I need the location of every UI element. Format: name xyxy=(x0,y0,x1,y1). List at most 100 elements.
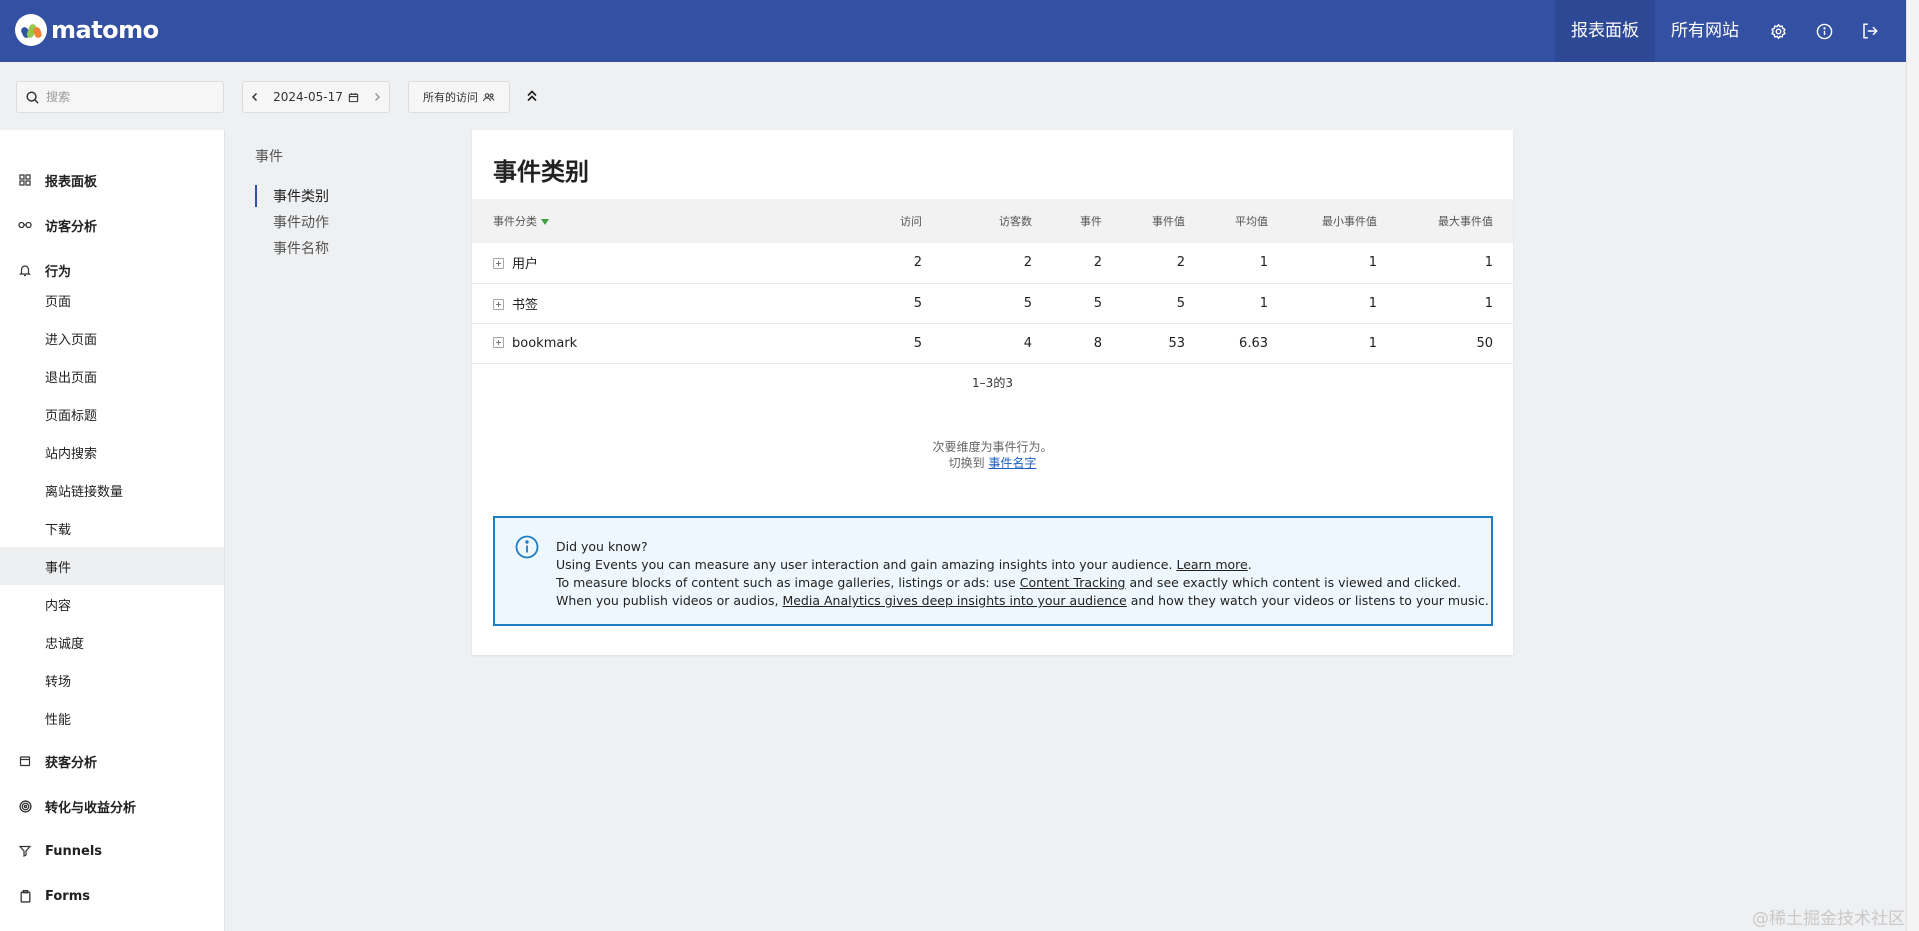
column-header-events[interactable]: 事件 xyxy=(1052,199,1122,243)
sidebar-item-site-search[interactable]: 站内搜索 xyxy=(0,433,224,471)
sidebar-section-label: 访客分析 xyxy=(45,219,98,235)
row-label-cell[interactable]: bookmark xyxy=(472,323,847,364)
content-tracking-link[interactable]: Content Tracking xyxy=(1020,575,1126,590)
sidebar-item-events[interactable]: 事件 xyxy=(0,547,224,585)
related-report-link[interactable]: 事件名字 xyxy=(988,456,1036,470)
media-analytics-link[interactable]: Media Analytics gives deep insights into… xyxy=(782,593,1126,608)
report-card: 事件类别 事件分类 访问 访客数 事件 事件值 平均值 最小事件值 最大事件值 … xyxy=(472,130,1513,655)
expand-plus-icon[interactable] xyxy=(493,258,504,270)
sidebar-item-entry-pages[interactable]: 进入页面 xyxy=(0,319,224,357)
sidebar-section-forms[interactable]: Forms xyxy=(0,884,224,908)
column-header-visitors[interactable]: 访客数 xyxy=(942,199,1052,243)
cell-visitors: 2 xyxy=(942,243,1052,284)
cell-min-value: 1 xyxy=(1288,243,1397,284)
column-header-visits[interactable]: 访问 xyxy=(847,199,942,243)
row-label-cell[interactable]: 用户 xyxy=(472,243,847,284)
dashboard-grid-icon xyxy=(18,173,32,187)
info-line1-text: Using Events you can measure any user in… xyxy=(556,557,1173,572)
subnav-item-event-categories[interactable]: 事件类别 xyxy=(255,184,329,210)
nav-dashboard[interactable]: 报表面板 xyxy=(1555,0,1655,62)
subnav-item-event-actions[interactable]: 事件动作 xyxy=(255,210,329,236)
sidebar-section-label: Forms xyxy=(45,888,90,904)
column-header-avg-value[interactable]: 平均值 xyxy=(1205,199,1288,243)
funnel-icon xyxy=(18,844,32,858)
sidebar-item-downloads[interactable]: 下载 xyxy=(0,509,224,547)
sidebar-section-goals[interactable]: 转化与收益分析 xyxy=(0,794,224,818)
column-header-min-value[interactable]: 最小事件值 xyxy=(1288,199,1397,243)
sidebar-item-performance[interactable]: 性能 xyxy=(0,699,224,737)
matomo-logo[interactable]: matomo xyxy=(15,14,159,46)
acquisition-icon xyxy=(18,754,32,768)
sidebar-section-label: 获客分析 xyxy=(45,755,98,771)
learn-more-link[interactable]: Learn more xyxy=(1176,557,1247,572)
info-icon xyxy=(515,535,539,559)
double-chevron-up-icon xyxy=(527,90,537,102)
sidebar-section-label: 转化与收益分析 xyxy=(45,800,137,816)
sidebar-item-pages[interactable]: 页面 xyxy=(0,281,224,319)
sort-desc-icon xyxy=(541,219,549,225)
column-header-max-value[interactable]: 最大事件值 xyxy=(1397,199,1513,243)
sidebar-item-engagement[interactable]: 忠诚度 xyxy=(0,623,224,661)
cell-event-value: 2 xyxy=(1122,243,1205,284)
top-nav: 报表面板 所有网站 xyxy=(1555,0,1906,62)
column-header-event-value[interactable]: 事件值 xyxy=(1122,199,1205,243)
search-icon xyxy=(26,90,39,104)
sidebar-item-exit-pages[interactable]: 退出页面 xyxy=(0,357,224,395)
calendar-icon[interactable] xyxy=(348,92,359,103)
sidebar-section-acquisition[interactable]: 获客分析 xyxy=(0,749,224,773)
sidebar-item-transitions[interactable]: 转场 xyxy=(0,661,224,699)
expand-plus-icon[interactable] xyxy=(493,298,504,310)
row-label-cell[interactable]: 书签 xyxy=(472,283,847,324)
sidebar-item-page-titles[interactable]: 页面标题 xyxy=(0,395,224,433)
matomo-logo-icon xyxy=(15,14,47,46)
bell-icon xyxy=(18,263,32,277)
segment-selector[interactable]: 所有的访问 xyxy=(408,81,510,113)
visitors-glasses-icon xyxy=(18,218,32,232)
report-subnav: 事件 事件类别 事件动作 事件名称 xyxy=(255,146,329,262)
sidebar-section-behaviour[interactable]: 行为 xyxy=(0,258,224,282)
chevron-right-icon[interactable] xyxy=(371,91,383,103)
left-sidebar: 报表面板 访客分析 行为 页面 进入页面 退出页面 页面标题 站内搜索 离站链接… xyxy=(0,130,225,931)
info-line1-end: . xyxy=(1247,557,1252,572)
gear-icon[interactable] xyxy=(1755,0,1801,62)
subnav-item-event-names[interactable]: 事件名称 xyxy=(255,236,329,262)
related-reports: 次要维度为事件行为。 切换到 事件名字 xyxy=(472,439,1513,471)
sidebar-section-label: Funnels xyxy=(45,843,103,859)
sidebar-section-dashboard[interactable]: 报表面板 xyxy=(0,168,224,192)
logout-icon[interactable] xyxy=(1847,0,1893,62)
subnav-title: 事件 xyxy=(255,149,283,165)
target-icon xyxy=(18,799,32,813)
cell-max-value: 50 xyxy=(1397,323,1513,364)
collapse-controls-button[interactable] xyxy=(524,86,540,106)
pagination-info: 1–3的3 xyxy=(972,376,1013,390)
column-header-label[interactable]: 事件分类 xyxy=(472,199,847,243)
table-row[interactable]: 用户 2 2 2 2 1 1 1 xyxy=(472,243,1513,284)
segment-users-icon xyxy=(483,93,495,102)
table-header-row: 事件分类 访问 访客数 事件 事件值 平均值 最小事件值 最大事件值 xyxy=(472,199,1513,243)
sidebar-item-outlinks[interactable]: 离站链接数量 xyxy=(0,471,224,509)
expand-plus-icon[interactable] xyxy=(493,336,504,348)
sidebar-section-funnels[interactable]: Funnels xyxy=(0,839,224,863)
nav-all-sites[interactable]: 所有网站 xyxy=(1655,0,1755,62)
date-value[interactable]: 2024-05-17 xyxy=(273,90,343,104)
info-line2-end: and see exactly which content is viewed … xyxy=(1129,575,1462,590)
watermark: @稀土掘金技术社区 xyxy=(1752,909,1905,929)
cell-visits: 5 xyxy=(847,283,942,324)
help-info-icon[interactable] xyxy=(1801,0,1847,62)
info-line3-text: When you publish videos or audios, xyxy=(556,593,779,608)
related-switch-label: 切换到 xyxy=(948,456,985,470)
cell-min-value: 1 xyxy=(1288,283,1397,324)
table-row[interactable]: bookmark 5 4 8 53 6.63 1 50 xyxy=(472,323,1513,364)
segment-label[interactable]: 所有的访问 xyxy=(423,89,478,105)
cell-visits: 5 xyxy=(847,323,942,364)
date-selector[interactable]: 2024-05-17 xyxy=(242,81,390,113)
search-input[interactable] xyxy=(46,90,206,104)
chevron-left-icon[interactable] xyxy=(249,91,261,103)
sidebar-section-visitors[interactable]: 访客分析 xyxy=(0,213,224,237)
page-scrollbar[interactable] xyxy=(1906,0,1919,931)
cell-visitors: 5 xyxy=(942,283,1052,324)
cell-max-value: 1 xyxy=(1397,283,1513,324)
sidebar-item-contents[interactable]: 内容 xyxy=(0,585,224,623)
table-row[interactable]: 书签 5 5 5 5 1 1 1 xyxy=(472,283,1513,324)
menu-search[interactable] xyxy=(16,81,224,113)
